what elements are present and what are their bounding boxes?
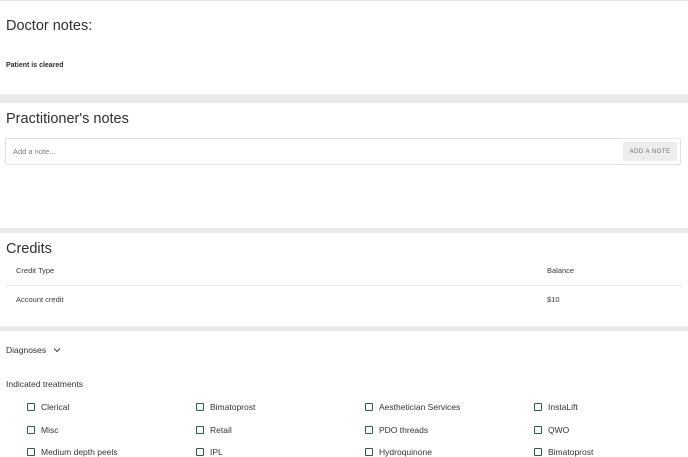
checkbox[interactable]: [27, 403, 35, 411]
treatment-label: Misc: [41, 425, 59, 435]
practitioner-notes-title: Practitioner's notes: [6, 111, 129, 127]
treatment-label: Hydroquinone: [379, 447, 432, 457]
treatment-label: QWO: [548, 425, 570, 435]
treatment-label: InstaLift: [548, 402, 578, 412]
treatment-label: Retail: [210, 425, 232, 435]
treatment-label: PDO threads: [379, 425, 429, 435]
table-row-divider: [6, 285, 682, 286]
indicated-treatments-label: Indicated treatments: [6, 379, 84, 389]
add-note-button[interactable]: ADD A NOTE: [623, 142, 677, 161]
checkbox[interactable]: [196, 403, 204, 411]
note-input-container: ADD A NOTE: [5, 138, 681, 165]
checkbox[interactable]: [534, 426, 542, 434]
top-border: [0, 0, 688, 1]
credit-type-cell: Account credit: [16, 295, 64, 304]
chevron-down-icon[interactable]: [52, 345, 62, 355]
treatment-label: Bimatoprost: [210, 402, 256, 412]
treatment-label: Medium depth peels: [41, 447, 118, 457]
checkbox[interactable]: [27, 448, 35, 456]
column-header-balance: Balance: [547, 266, 575, 275]
checkbox[interactable]: [27, 426, 35, 434]
diagnoses-label[interactable]: Diagnoses: [6, 345, 46, 355]
treatment-label: Clerical: [41, 402, 70, 412]
credit-balance-cell: $10: [547, 295, 560, 304]
treatment-label: Aesthetician Services: [379, 402, 461, 412]
checkbox[interactable]: [196, 448, 204, 456]
doctor-note-text: Patient is cleared: [6, 62, 64, 69]
section-divider: [0, 94, 688, 103]
checkbox[interactable]: [534, 403, 542, 411]
credits-title: Credits: [6, 241, 52, 257]
checkbox[interactable]: [365, 426, 373, 434]
checkbox[interactable]: [365, 448, 373, 456]
checkbox[interactable]: [196, 426, 204, 434]
doctor-notes-title: Doctor notes:: [6, 18, 93, 34]
treatment-label: Bimatoprost: [548, 447, 594, 457]
note-input[interactable]: [6, 139, 623, 164]
checkbox[interactable]: [534, 448, 542, 456]
checkbox[interactable]: [365, 403, 373, 411]
section-divider: [0, 326, 688, 331]
section-divider: [0, 228, 688, 233]
treatment-label: IPL: [210, 447, 223, 457]
column-header-credit-type: Credit Type: [16, 266, 55, 275]
